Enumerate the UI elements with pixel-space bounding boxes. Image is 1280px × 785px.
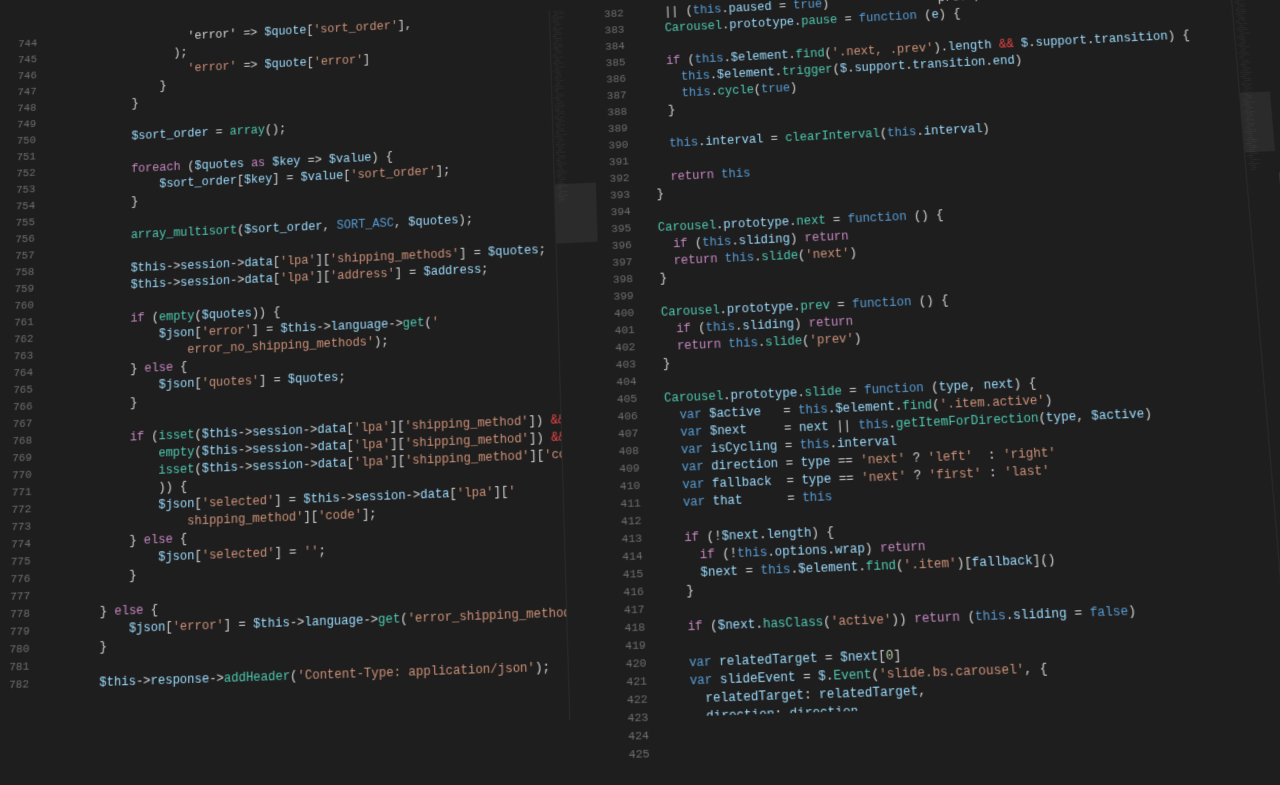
code-area-left[interactable]: 'error' => $quote['sort_order'], ); 'err…	[36, 11, 568, 738]
minimap-viewport-indicator[interactable]	[554, 183, 597, 244]
minimap-content: xxxxxxxxxx xxx xx xxxxx xxxx xxx xxxxxxx…	[551, 9, 594, 204]
editor-pane-right: 382 383 384 385 386 387 388 389 390 391 …	[590, 0, 1280, 719]
code-area-right[interactable]: || (this.paused = true) prev', this.$ite…	[631, 0, 1280, 717]
editor-pane-left: 744 745 746 747 748 749 750 751 752 753 …	[0, 8, 613, 738]
